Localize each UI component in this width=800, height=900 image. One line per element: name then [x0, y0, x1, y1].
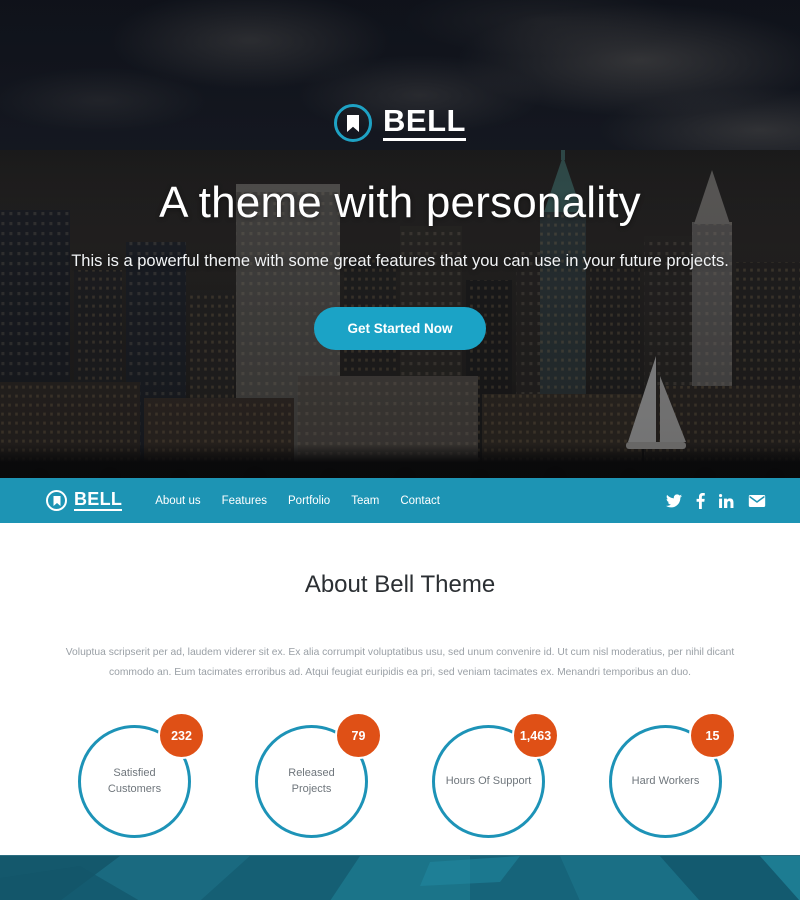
- counter-label: Released Projects: [288, 766, 335, 795]
- counter-satisfied-customers: Satisfied Customers 232: [78, 712, 205, 839]
- facebook-icon[interactable]: [696, 492, 705, 509]
- landing-page: BELL A theme with personality This is a …: [0, 0, 800, 900]
- bookmark-icon: [46, 490, 67, 511]
- counter-hard-workers: Hard Workers 15: [609, 712, 736, 839]
- lowpoly-pattern: [0, 856, 800, 900]
- counter-value-badge: 15: [689, 712, 736, 760]
- navbar-logo[interactable]: BELL: [46, 489, 123, 511]
- counter-label: Satisfied Customers: [107, 766, 162, 795]
- counter-value-badge: 79: [335, 712, 382, 760]
- counter-released-projects: Released Projects 79: [255, 712, 382, 839]
- counter-value-badge: 1,463: [512, 712, 559, 760]
- hero-subtitle: This is a powerful theme with some great…: [71, 252, 729, 270]
- nav-item-team[interactable]: Team: [351, 495, 379, 507]
- counters-row: Satisfied Customers 232 Released Project…: [0, 712, 800, 839]
- about-title: About Bell Theme: [304, 571, 496, 598]
- nav-item-contact[interactable]: Contact: [400, 495, 440, 507]
- about-section: About Bell Theme Voluptua scripserit per…: [0, 523, 800, 839]
- hero-content: BELL A theme with personality This is a …: [0, 0, 800, 478]
- linkedin-icon[interactable]: [719, 493, 734, 508]
- twitter-icon[interactable]: [666, 493, 682, 508]
- main-navbar: BELL About us Features Portfolio Team Co…: [0, 478, 800, 523]
- counter-value-badge: 232: [158, 712, 205, 760]
- get-started-button[interactable]: Get Started Now: [314, 307, 486, 350]
- hero-logo-text: BELL: [383, 104, 466, 142]
- navbar-logo-text: BELL: [74, 489, 123, 511]
- nav-item-features[interactable]: Features: [222, 495, 267, 507]
- hero-logo: BELL: [334, 104, 466, 142]
- counter-hours-of-support: Hours Of Support 1,463: [432, 712, 559, 839]
- hero-title: A theme with personality: [159, 178, 641, 227]
- hero-section: BELL A theme with personality This is a …: [0, 0, 800, 478]
- bookmark-icon: [334, 104, 373, 142]
- navbar-social-links: [666, 492, 766, 509]
- email-icon[interactable]: [748, 494, 766, 508]
- counter-label: Hours Of Support: [445, 774, 532, 787]
- nav-item-portfolio[interactable]: Portfolio: [288, 495, 330, 507]
- footer-lowpoly-band: [0, 855, 800, 900]
- navbar-links: About us Features Portfolio Team Contact: [155, 495, 440, 507]
- about-paragraph: Voluptua scripserit per ad, laudem vider…: [65, 647, 735, 679]
- counter-label: Hard Workers: [631, 774, 700, 787]
- nav-item-about-us[interactable]: About us: [155, 495, 200, 507]
